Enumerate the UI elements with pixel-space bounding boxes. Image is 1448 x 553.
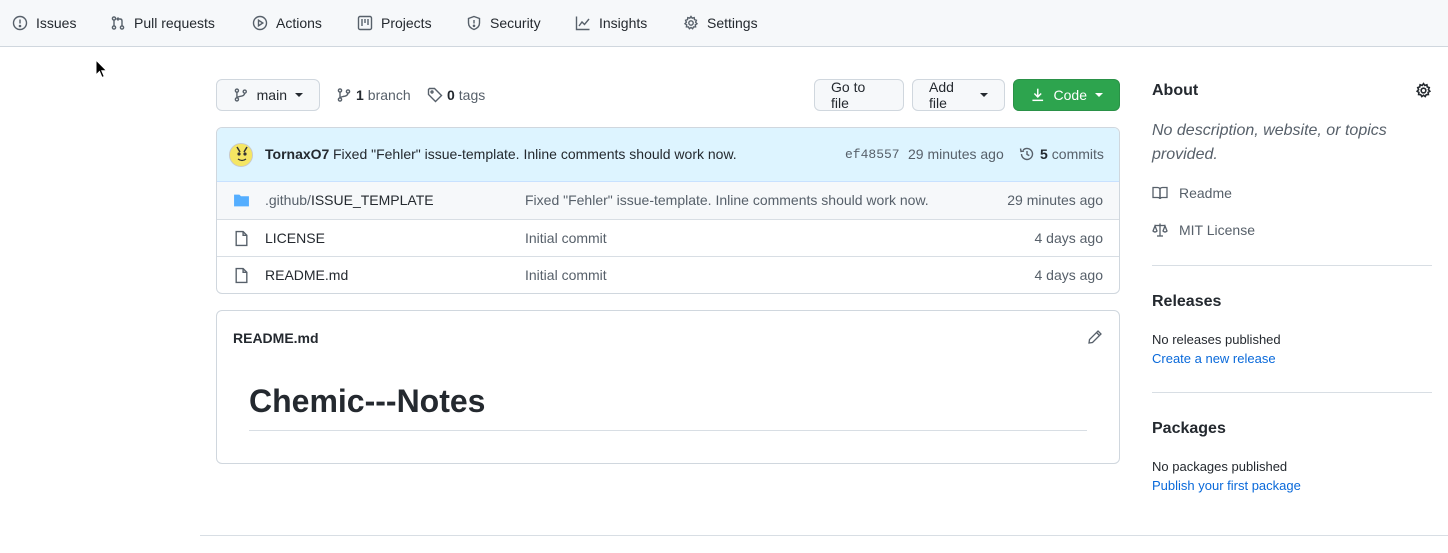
file-name[interactable]: README.md	[265, 267, 348, 283]
go-to-file-label: Go to file	[831, 79, 866, 111]
readme-panel: README.md Chemic---Notes	[216, 310, 1120, 464]
folder-icon	[234, 194, 249, 207]
code-label: Code	[1053, 87, 1087, 103]
create-release-link[interactable]: Create a new release	[1152, 351, 1276, 366]
file-name[interactable]: .github/ISSUE_TEMPLATE	[265, 192, 434, 208]
commit-sha[interactable]: ef48557	[845, 147, 900, 162]
branch-icon	[337, 88, 351, 102]
add-file-label: Add file	[929, 79, 954, 111]
project-icon	[357, 15, 373, 31]
packages-heading[interactable]: Packages	[1152, 420, 1226, 438]
book-icon	[1152, 186, 1168, 200]
releases-note: No releases published	[1152, 332, 1281, 347]
file-age: 4 days ago	[1034, 267, 1104, 283]
latest-commit-bar: TornaxO7 Fixed "Fehler" issue-template. …	[217, 128, 1119, 182]
avatar-image	[230, 144, 252, 166]
file-name-main: README.md	[265, 267, 349, 283]
chevron-down-icon	[1095, 93, 1103, 97]
publish-package-link[interactable]: Publish your first package	[1152, 478, 1301, 493]
tab-pull-requests[interactable]: Pull requests	[110, 0, 215, 46]
mouse-cursor-icon	[95, 59, 108, 79]
commit-count-label: commits	[1051, 146, 1104, 162]
avatar[interactable]	[229, 143, 253, 167]
about-description: No description, website, or topics provi…	[1152, 122, 1387, 163]
branch-name: main	[256, 87, 287, 103]
tab-actions-label: Actions	[276, 15, 322, 31]
license-link[interactable]: MIT License	[1152, 222, 1255, 238]
code-button[interactable]: Code	[1013, 79, 1120, 111]
divider	[1152, 265, 1432, 266]
tab-actions[interactable]: Actions	[252, 0, 322, 46]
commit-author[interactable]: TornaxO7	[265, 146, 329, 162]
pencil-icon[interactable]	[1087, 329, 1103, 345]
chevron-down-icon	[980, 93, 988, 97]
chevron-down-icon	[295, 93, 303, 97]
file-commit-message[interactable]: Fixed "Fehler" issue-template. Inline co…	[525, 192, 929, 208]
readme-title[interactable]: README.md	[233, 330, 319, 346]
repo-nav: Issues Pull requests Actions Projects Se…	[0, 0, 1448, 47]
file-name-prefix: .github/	[265, 192, 311, 208]
add-file-button[interactable]: Add file	[912, 79, 1005, 111]
tag-label: tags	[458, 87, 486, 103]
history-icon	[1019, 147, 1034, 161]
tab-settings[interactable]: Settings	[683, 0, 758, 46]
download-icon	[1032, 88, 1044, 102]
branch-icon	[234, 88, 247, 102]
file-name-main: ISSUE_TEMPLATE	[310, 192, 434, 208]
file-name-main: LICENSE	[265, 230, 325, 246]
tab-insights-label: Insights	[599, 15, 648, 31]
readme-heading: Chemic---Notes	[249, 383, 486, 419]
go-to-file-button[interactable]: Go to file	[814, 79, 904, 111]
license-link-label: MIT License	[1179, 222, 1255, 238]
graph-icon	[575, 16, 590, 31]
tab-issues[interactable]: Issues	[12, 0, 76, 46]
about-heading: About	[1152, 82, 1199, 99]
commit-count: 5	[1040, 146, 1048, 162]
file-name[interactable]: LICENSE	[265, 230, 325, 246]
file-icon	[235, 230, 248, 247]
tab-security-label: Security	[490, 15, 541, 31]
tab-projects[interactable]: Projects	[357, 0, 432, 46]
divider	[1152, 392, 1432, 393]
tag-count: 0	[447, 87, 455, 103]
branch-select-button[interactable]: main	[216, 79, 320, 111]
readme-link-label: Readme	[1179, 185, 1232, 201]
branch-label: branch	[367, 87, 411, 103]
gear-icon[interactable]	[1415, 82, 1432, 99]
tab-security[interactable]: Security	[466, 0, 541, 46]
tags-link[interactable]: 0 tags	[427, 86, 485, 104]
tab-projects-label: Projects	[381, 15, 432, 31]
releases-heading[interactable]: Releases	[1152, 293, 1221, 311]
law-icon	[1152, 223, 1168, 237]
shield-icon	[467, 15, 481, 31]
tab-settings-label: Settings	[707, 15, 758, 31]
footer-divider	[200, 535, 1448, 536]
file-row[interactable]: .github/ISSUE_TEMPLATE Fixed "Fehler" is…	[217, 182, 1119, 219]
file-list: TornaxO7 Fixed "Fehler" issue-template. …	[216, 127, 1120, 294]
packages-note: No packages published	[1152, 459, 1288, 474]
commit-time: 29 minutes ago	[908, 146, 1004, 162]
divider	[249, 430, 1087, 431]
tab-insights[interactable]: Insights	[575, 0, 647, 46]
branch-count: 1	[356, 87, 364, 103]
file-row[interactable]: README.md Initial commit 4 days ago	[217, 256, 1119, 293]
file-age: 4 days ago	[1034, 230, 1104, 246]
tag-icon	[427, 87, 443, 103]
pull-request-icon	[111, 16, 125, 30]
play-icon	[252, 15, 268, 31]
tab-issues-label: Issues	[36, 15, 77, 31]
commit-message[interactable]: Fixed "Fehler" issue-template. Inline co…	[333, 146, 737, 162]
readme-link[interactable]: Readme	[1152, 185, 1232, 201]
file-age: 29 minutes ago	[1007, 192, 1103, 208]
file-icon	[235, 267, 248, 284]
issue-icon	[12, 15, 28, 31]
file-commit-message[interactable]: Initial commit	[525, 267, 607, 283]
file-row[interactable]: LICENSE Initial commit 4 days ago	[217, 219, 1119, 256]
file-commit-message[interactable]: Initial commit	[525, 230, 607, 246]
gear-icon	[683, 15, 699, 30]
tab-pull-requests-label: Pull requests	[134, 15, 215, 31]
branches-link[interactable]: 1 branch	[336, 86, 411, 104]
commits-link[interactable]: 5 commits	[1019, 146, 1104, 162]
